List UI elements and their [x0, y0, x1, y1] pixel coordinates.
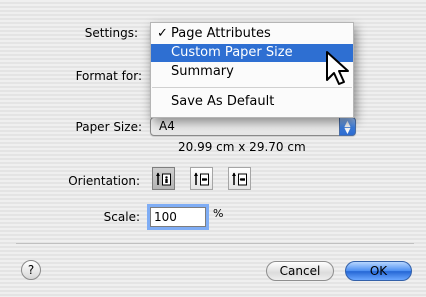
scale-unit: %	[213, 207, 224, 220]
help-button[interactable]: ?	[21, 260, 41, 280]
up-down-arrows-icon: ▲▼	[339, 117, 356, 136]
settings-label: Settings:	[84, 26, 138, 40]
paper-dimensions: 20.99 cm x 29.70 cm	[178, 140, 306, 154]
menu-separator	[152, 87, 352, 88]
help-icon: ?	[27, 263, 35, 277]
paper-size-popup[interactable]: A4 ▲ ▼	[150, 117, 356, 136]
portrait-icon	[155, 172, 171, 185]
menu-item-save-as-default[interactable]: Save As Default	[151, 93, 353, 111]
menu-item-page-attributes[interactable]: ✓ Page Attributes	[151, 25, 353, 43]
cancel-button[interactable]: Cancel	[266, 261, 334, 281]
ok-button[interactable]: OK	[345, 261, 412, 281]
menu-item-label: Page Attributes	[171, 26, 271, 41]
orientation-landscape-left-button[interactable]	[190, 167, 213, 190]
menu-item-label: Save As Default	[171, 94, 275, 109]
orientation-landscape-right-button[interactable]	[228, 167, 251, 190]
orientation-portrait-button[interactable]	[152, 167, 175, 190]
settings-menu: ✓ Page Attributes Custom Paper Size Summ…	[150, 22, 354, 118]
scale-input[interactable]: 100	[150, 207, 206, 227]
paper-size-value: A4	[159, 119, 175, 133]
orientation-label: Orientation:	[68, 174, 140, 188]
menu-item-custom-paper-size[interactable]: Custom Paper Size	[151, 44, 353, 62]
menu-item-label: Summary	[171, 64, 234, 79]
scale-label: Scale:	[103, 210, 140, 224]
menu-item-summary[interactable]: Summary	[151, 63, 353, 81]
checkmark-icon: ✓	[157, 26, 168, 41]
arrow-cursor-icon	[326, 51, 349, 85]
menu-item-label: Custom Paper Size	[171, 45, 293, 60]
format-for-label: Format for:	[75, 69, 142, 83]
landscape-right-icon	[231, 172, 247, 185]
separator	[16, 243, 414, 244]
landscape-left-icon	[193, 172, 209, 185]
paper-size-label: Paper Size:	[75, 120, 142, 134]
